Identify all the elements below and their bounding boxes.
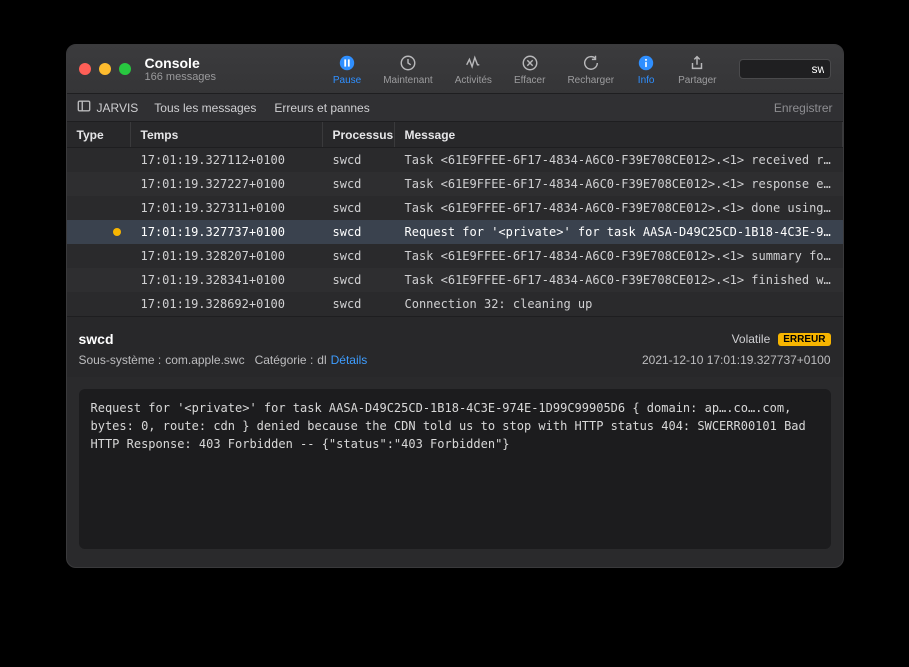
log-row-process: swcd [323,249,395,263]
clear-label: Effacer [514,75,546,86]
log-row-time: 17:01:19.327311+0100 [131,201,323,215]
device-selector[interactable]: JARVIS [77,99,139,116]
log-row-message: Task <61E9FFEE-6F17-4834-A6C0-F39E708CE0… [395,273,843,287]
log-row-process: swcd [323,297,395,311]
info-label: Info [638,75,655,86]
search-group: TOUT ⌄ [739,59,831,79]
log-row-message: Task <61E9FFEE-6F17-4834-A6C0-F39E708CE0… [395,177,843,191]
log-row-process: swcd [323,225,395,239]
subsystem-label: Sous-système : [79,353,162,367]
minimize-window-button[interactable] [99,63,111,75]
now-label: Maintenant [383,75,432,86]
log-row-process: swcd [323,153,395,167]
zoom-window-button[interactable] [119,63,131,75]
console-window: Console 166 messages Pause Maintenant [66,44,844,568]
share-icon [687,53,707,73]
log-row[interactable]: 17:01:19.328692+0100swcdConnection 32: c… [67,292,843,316]
col-header-message[interactable]: Message [395,122,843,147]
tab-errors-faults[interactable]: Erreurs et pannes [274,101,369,115]
share-label: Partager [678,75,716,86]
titlebar: Console 166 messages Pause Maintenant [67,45,843,94]
error-badge: ERREUR [778,333,830,346]
log-row-message: Request for '<private>' for task AASA-D4… [395,225,843,239]
log-row[interactable]: 17:01:19.327227+0100swcdTask <61E9FFEE-6… [67,172,843,196]
log-row-time: 17:01:19.328341+0100 [131,273,323,287]
log-row-message: Task <61E9FFEE-6F17-4834-A6C0-F39E708CE0… [395,201,843,215]
share-button[interactable]: Partager [670,53,724,86]
save-button[interactable]: Enregistrer [774,101,833,115]
app-title: Console [145,55,217,71]
log-row[interactable]: 17:01:19.328341+0100swcdTask <61E9FFEE-6… [67,268,843,292]
detail-message-body[interactable]: Request for '<private>' for task AASA-D4… [79,389,831,549]
log-row[interactable]: 17:01:19.328207+0100swcdTask <61E9FFEE-6… [67,244,843,268]
message-count: 166 messages [145,71,217,84]
details-link[interactable]: Détails [331,353,368,367]
col-header-process[interactable]: Processus [323,122,395,147]
detail-timestamp: 2021-12-10 17:01:19.327737+0100 [642,353,831,367]
log-row[interactable]: 17:01:19.327311+0100swcdTask <61E9FFEE-6… [67,196,843,220]
traffic-lights [79,63,131,75]
detail-panel: swcd Volatile ERREUR Sous-système : com.… [67,316,843,377]
info-icon [636,53,656,73]
col-header-type[interactable]: Type [67,122,131,147]
log-row-time: 17:01:19.328207+0100 [131,249,323,263]
detail-process-name: swcd [79,331,114,347]
window-title-stack: Console 166 messages [145,55,217,84]
activities-icon [463,53,483,73]
log-row-process: swcd [323,177,395,191]
subsystem-value: com.apple.swc [165,353,244,367]
log-table-body: 17:01:19.327112+0100swcdTask <61E9FFEE-6… [67,148,843,316]
pause-icon [337,53,357,73]
log-row-message: Connection 32: cleaning up [395,297,843,311]
pause-button[interactable]: Pause [325,53,369,86]
sidebar-icon [77,99,91,116]
log-row-message: Task <61E9FFEE-6F17-4834-A6C0-F39E708CE0… [395,153,843,167]
log-row-time: 17:01:19.327737+0100 [131,225,323,239]
log-row-process: swcd [323,273,395,287]
log-row-time: 17:01:19.327112+0100 [131,153,323,167]
clear-button[interactable]: Effacer [506,53,554,86]
category-label: Catégorie : [255,353,314,367]
toolbar: Pause Maintenant Activités Effacer [325,53,831,86]
log-row-type [67,228,131,236]
pause-label: Pause [333,75,361,86]
tab-all-messages[interactable]: Tous les messages [154,101,256,115]
info-button[interactable]: Info [628,53,664,86]
reload-button[interactable]: Recharger [559,53,622,86]
device-name: JARVIS [97,101,139,115]
col-header-time[interactable]: Temps [131,122,323,147]
detail-volatility: Volatile [732,332,771,346]
clock-icon [398,53,418,73]
log-row[interactable]: 17:01:19.327112+0100swcdTask <61E9FFEE-6… [67,148,843,172]
close-window-button[interactable] [79,63,91,75]
log-row-process: swcd [323,201,395,215]
now-button[interactable]: Maintenant [375,53,440,86]
activities-label: Activités [455,75,492,86]
reload-icon [581,53,601,73]
log-row-message: Task <61E9FFEE-6F17-4834-A6C0-F39E708CE0… [395,249,843,263]
warning-icon [113,228,121,236]
activities-button[interactable]: Activités [447,53,500,86]
clear-icon [520,53,540,73]
log-row-time: 17:01:19.328692+0100 [131,297,323,311]
search-field[interactable]: TOUT ⌄ [739,59,831,79]
filter-bar: JARVIS Tous les messages Erreurs et pann… [67,94,843,122]
log-row[interactable]: 17:01:19.327737+0100swcdRequest for '<pr… [67,220,843,244]
reload-label: Recharger [567,75,614,86]
log-row-time: 17:01:19.327227+0100 [131,177,323,191]
search-input[interactable] [739,59,831,79]
category-value: dl [317,353,326,367]
log-column-header: Type Temps Processus Message [67,122,843,148]
